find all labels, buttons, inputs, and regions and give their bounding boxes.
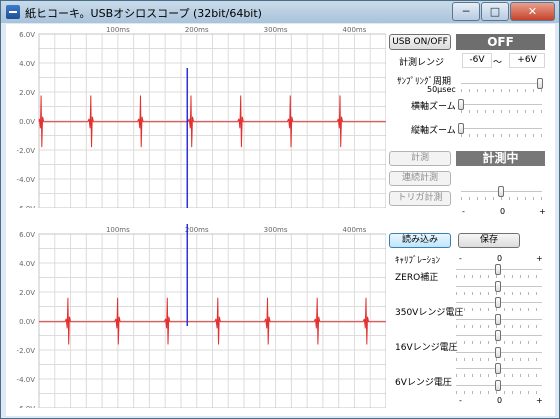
trigger-level-slider[interactable]: [458, 184, 545, 200]
hzoom-slider[interactable]: [458, 97, 545, 113]
sampling-slider-thumb[interactable]: [537, 78, 543, 89]
title-bar[interactable]: 紙ヒコーキ。USBオシロスコープ (32bit/64bit) ─ □ ✕: [1, 1, 559, 23]
sampling-slider-ticks: [461, 89, 542, 92]
usb-onoff-button[interactable]: USB ON/OFF: [389, 34, 451, 50]
bottom-plot-volt-label: 4.0V: [19, 260, 35, 268]
bottom-plot-time-label: 300ms: [264, 226, 288, 234]
trigger-minus: -: [462, 207, 465, 216]
trigger-slider-ticks: [461, 197, 542, 200]
trigger-zero: 0: [500, 207, 506, 216]
top-plot-time-label: 200ms: [185, 26, 209, 34]
usb-status-indicator: OFF: [456, 34, 545, 50]
calibration-slider[interactable]: [453, 378, 545, 394]
calibration-slider[interactable]: [453, 279, 545, 295]
top-plot-volt-label: 2.0V: [19, 89, 35, 97]
vzoom-slider-track[interactable]: [461, 128, 542, 130]
calibration-slider-thumb[interactable]: [495, 346, 501, 358]
range-label: 計測レンジ: [399, 58, 445, 68]
trigger-slider-thumb[interactable]: [497, 186, 504, 197]
top-plot-volt-label: -4.0V: [17, 176, 36, 184]
top-plot-time-label: 300ms: [264, 26, 288, 34]
range-separator: 〜: [493, 58, 503, 68]
vzoom-slider[interactable]: [458, 121, 545, 137]
bottom-plot-time-label: 400ms: [343, 226, 367, 234]
6v-range-label: 6Vレンジ電圧: [395, 378, 452, 388]
bottom-plot-volt-label: 6.0V: [19, 231, 35, 239]
hzoom-slider-track[interactable]: [461, 104, 542, 106]
bottom-plot-volt-label: 2.0V: [19, 289, 35, 297]
top-plot-volt-label: -2.0V: [17, 147, 36, 155]
bottom-plot-volt-label: -4.0V: [17, 376, 36, 384]
top-plot-volt-label: 6.0V: [19, 31, 35, 39]
trigger-measure-button[interactable]: トリガ計測: [389, 191, 451, 206]
bottom-plot-volt-label: 0.0V: [19, 318, 35, 326]
vzoom-slider-thumb[interactable]: [458, 123, 464, 134]
calibration-slider-thumb[interactable]: [495, 297, 501, 308]
top-plot-volt-label: 4.0V: [19, 60, 35, 68]
calibration-slider-thumb[interactable]: [495, 379, 501, 391]
calibration-slider[interactable]: [453, 262, 545, 278]
top-plot-volt-label: 0.0V: [19, 118, 35, 126]
scope-plot-top-canvas: 100ms 200ms 300ms 400ms 6.0V 4.0V 2.0V 0.0V -2.0…: [17, 26, 386, 208]
bottom-plot-time-label: 200ms: [185, 226, 209, 234]
top-plot-time-label: 100ms: [106, 26, 130, 34]
hzoom-slider-thumb[interactable]: [458, 99, 464, 110]
zero-correction-label: ZERO補正: [395, 273, 439, 283]
calibration-slider[interactable]: [453, 345, 545, 361]
client-area: 100ms 200ms 300ms 400ms 6.0V 4.0V 2.0V 0.0V -2.0…: [6, 24, 555, 416]
calibration-slider[interactable]: [453, 312, 545, 328]
sampling-value: 50μsec: [427, 85, 456, 94]
scope-plot-top[interactable]: 100ms 200ms 300ms 400ms 6.0V 4.0V 2.0V 0.0V -2.0…: [6, 24, 386, 208]
top-plot-volt-label: -6.0V: [17, 205, 36, 208]
cal-plus-bottom: +: [536, 396, 543, 405]
bottom-plot-volt-label: -2.0V: [17, 347, 36, 355]
16v-range-label: 16Vレンジ電圧: [395, 343, 458, 353]
app-window: 紙ヒコーキ。USBオシロスコープ (32bit/64bit) ─ □ ✕ 100…: [0, 0, 560, 419]
minimize-button[interactable]: ─: [452, 2, 480, 21]
calibration-slider-thumb[interactable]: [495, 363, 501, 374]
app-icon: [6, 5, 20, 19]
measure-status-indicator: 計測中: [456, 151, 545, 166]
window-title: 紙ヒコーキ。USBオシロスコープ (32bit/64bit): [25, 7, 262, 20]
bottom-plot-volt-label: -6.0V: [17, 405, 36, 408]
calibration-slider-thumb[interactable]: [495, 280, 501, 292]
top-plot-time-label: 400ms: [343, 26, 367, 34]
hzoom-label: 横軸ズーム: [411, 102, 456, 112]
trigger-plus: +: [539, 207, 546, 216]
calibration-slider-thumb[interactable]: [495, 330, 501, 341]
range-max-field[interactable]: +6V: [509, 53, 545, 68]
bottom-plot-time-label: 100ms: [106, 226, 130, 234]
range-min-field[interactable]: -6V: [462, 53, 492, 68]
calibration-sliders: [453, 262, 545, 396]
scope-plot-bottom[interactable]: 100ms 200ms 300ms 400ms 6.0V 4.0V 2.0V 0.0V -2.0…: [6, 224, 386, 408]
cal-zero-bottom: 0: [497, 396, 503, 405]
sampling-slider-track[interactable]: [461, 83, 542, 85]
load-button[interactable]: 読み込み: [389, 233, 451, 248]
sampling-slider[interactable]: [458, 76, 545, 92]
close-button[interactable]: ✕: [510, 2, 555, 21]
calibration-label: ｷｬﾘﾌﾞﾚｰｼｮﾝ: [395, 256, 441, 266]
continuous-measure-button[interactable]: 連続計測: [389, 171, 451, 186]
scope-plot-bottom-canvas: 100ms 200ms 300ms 400ms 6.0V 4.0V 2.0V 0.0V -2.0…: [17, 224, 386, 408]
vzoom-label: 縦軸ズーム: [411, 126, 456, 136]
calibration-slider-thumb[interactable]: [495, 264, 501, 275]
calibration-slider[interactable]: [453, 328, 545, 344]
calibration-slider[interactable]: [453, 361, 545, 377]
maximize-button[interactable]: □: [481, 2, 509, 21]
cal-minus-bottom: -: [459, 396, 462, 405]
calibration-slider-thumb[interactable]: [495, 313, 501, 325]
vzoom-slider-ticks: [461, 134, 542, 137]
measure-button[interactable]: 計測: [389, 151, 451, 166]
calibration-slider-ticks: [456, 390, 542, 394]
save-button[interactable]: 保存: [458, 233, 520, 248]
hzoom-slider-ticks: [461, 110, 542, 113]
calibration-slider[interactable]: [453, 295, 545, 311]
